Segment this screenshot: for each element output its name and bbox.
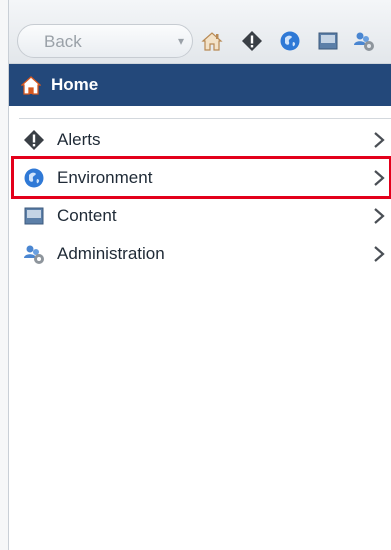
content-icon <box>24 207 44 225</box>
nav-item-administration[interactable]: Administration <box>9 236 391 272</box>
back-button-label: Back <box>44 32 82 51</box>
back-dropdown-caret[interactable]: ▾ <box>178 34 184 48</box>
nav-item-label: Alerts <box>57 130 101 149</box>
home-label: Home <box>51 75 99 94</box>
alerts-icon <box>24 130 44 150</box>
environment-icon[interactable] <box>279 30 301 52</box>
home-icon[interactable] <box>201 30 223 52</box>
administration-icon <box>24 245 44 264</box>
home-icon <box>21 76 41 95</box>
nav-item-alerts[interactable]: Alerts <box>9 122 391 158</box>
nav-item-label: Administration <box>57 244 165 263</box>
home-nav-bar[interactable]: Home <box>9 64 391 106</box>
navigation-panel: Back ▾ Home Alerts Environment Content A… <box>8 0 391 550</box>
alerts-icon[interactable] <box>241 30 263 52</box>
divider <box>19 118 391 119</box>
nav-item-content[interactable]: Content <box>9 198 391 234</box>
back-button[interactable]: Back ▾ <box>17 24 193 58</box>
selection-highlight <box>11 156 391 199</box>
chevron-right-icon <box>374 208 385 224</box>
chevron-right-icon <box>374 246 385 262</box>
content-icon[interactable] <box>317 30 339 52</box>
administration-icon[interactable] <box>353 30 375 52</box>
nav-item-label: Content <box>57 206 117 225</box>
toolbar: Back ▾ <box>9 0 391 64</box>
chevron-right-icon <box>374 132 385 148</box>
